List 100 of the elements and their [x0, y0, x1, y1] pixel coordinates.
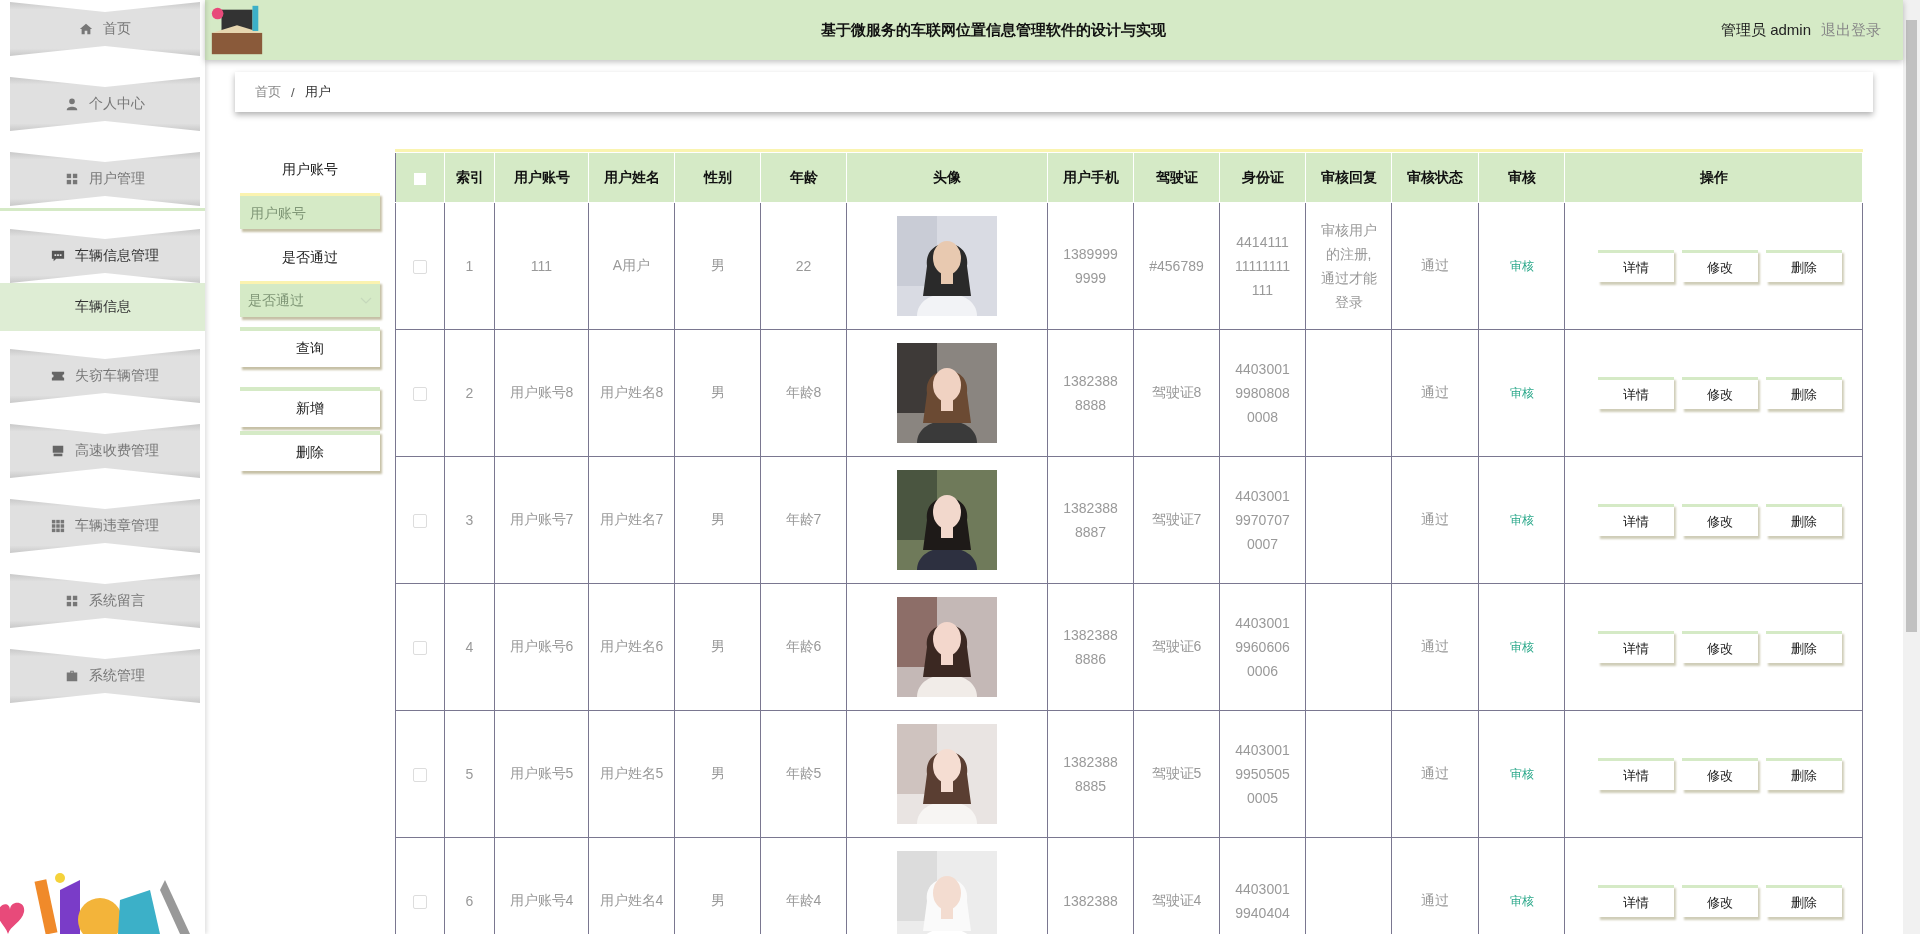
- table-cell: 男: [674, 202, 761, 330]
- action-button[interactable]: 详情: [1597, 758, 1674, 790]
- filter-label: 用户账号: [282, 161, 338, 179]
- table-cell-text: 13823888887: [1063, 499, 1118, 542]
- table-cell-text: 1382388: [1063, 892, 1118, 911]
- table-cell: A用户: [588, 202, 675, 330]
- row-checkbox[interactable]: [413, 514, 427, 529]
- sidebar-item[interactable]: 车辆信息管理: [10, 229, 200, 283]
- column-header: 审核: [1478, 152, 1565, 203]
- filter-label: 是否通过: [282, 249, 338, 267]
- table-cell: 年龄6: [760, 583, 847, 711]
- column-header: 用户姓名: [588, 152, 675, 203]
- column-header: 性别: [674, 152, 761, 203]
- column-header: 头像: [846, 152, 1048, 203]
- breadcrumb-separator: /: [291, 84, 295, 100]
- select-all-checkbox[interactable]: [414, 172, 426, 185]
- table-cell: 1: [444, 202, 495, 330]
- table-cell: 用户账号5: [494, 710, 589, 838]
- table-cell-text: 13823888888: [1063, 372, 1118, 415]
- column-header: 用户账号: [494, 152, 589, 203]
- action-button[interactable]: 删除: [1765, 758, 1842, 790]
- breadcrumb-link[interactable]: 用户: [304, 83, 331, 101]
- action-button[interactable]: 删除: [1765, 377, 1842, 409]
- sidebar-item[interactable]: 车辆违章管理: [10, 499, 200, 553]
- action-button[interactable]: 删除: [1765, 504, 1842, 536]
- table-cell-text: 13823888886: [1063, 626, 1118, 669]
- table-cell: 通过: [1391, 583, 1479, 711]
- table-cell: 5: [444, 710, 495, 838]
- table-cell-text: 440300199707070007: [1235, 487, 1290, 554]
- table-cell: 驾驶证8: [1133, 329, 1220, 457]
- action-button[interactable]: 修改: [1681, 758, 1758, 790]
- filter-button[interactable]: 新增: [240, 387, 380, 427]
- table-cell: 年龄7: [760, 456, 847, 584]
- action-button[interactable]: 修改: [1681, 631, 1758, 663]
- sidebar-item[interactable]: 系统留言: [10, 574, 200, 628]
- filter-button[interactable]: 删除: [240, 431, 380, 471]
- column-header: 年龄: [760, 152, 847, 203]
- action-button[interactable]: 详情: [1597, 504, 1674, 536]
- action-button[interactable]: 修改: [1681, 377, 1758, 409]
- action-button[interactable]: 详情: [1597, 250, 1674, 282]
- action-button[interactable]: 修改: [1681, 250, 1758, 282]
- column-header: 身份证: [1219, 152, 1306, 203]
- home-icon: [79, 22, 93, 36]
- table-cell: 用户账号7: [494, 456, 589, 584]
- table-cell: 用户姓名7: [588, 456, 675, 584]
- table-cell: 用户姓名5: [588, 710, 675, 838]
- table-cell-text: 审核用户的注册, 通过才能登录: [1319, 221, 1378, 312]
- row-checkbox[interactable]: [413, 895, 427, 910]
- column-header: 用户手机: [1047, 152, 1134, 203]
- table-cell: 驾驶证7: [1133, 456, 1220, 584]
- grid-icon: [65, 172, 79, 186]
- sidebar-item[interactable]: 系统管理: [10, 649, 200, 703]
- action-button[interactable]: 修改: [1681, 885, 1758, 917]
- table-cell: 驾驶证5: [1133, 710, 1220, 838]
- table-cell-text: 441411111111111111: [1235, 233, 1290, 300]
- tray-icon: [51, 444, 65, 458]
- table-cell-text: 13899999999: [1063, 245, 1118, 288]
- row-checkbox[interactable]: [413, 260, 427, 275]
- column-header: 驾驶证: [1133, 152, 1220, 203]
- table-cell-text: 44030019940404: [1235, 880, 1290, 923]
- action-button[interactable]: 详情: [1597, 631, 1674, 663]
- table-cell: 通过: [1391, 329, 1479, 457]
- table-cell: 111: [494, 202, 589, 330]
- table-cell: 通过: [1391, 456, 1479, 584]
- table-cell: 男: [674, 456, 761, 584]
- user-label: 管理员 admin: [1720, 20, 1811, 40]
- table-cell: 22: [760, 202, 847, 330]
- table-cell: 用户姓名6: [588, 583, 675, 711]
- table-cell: 用户姓名8: [588, 329, 675, 457]
- sidebar-item[interactable]: 高速收费管理: [10, 424, 200, 478]
- submenu-item[interactable]: 车辆信息: [0, 283, 205, 331]
- table-cell-text: 440300199606060006: [1235, 614, 1290, 681]
- action-button[interactable]: 删除: [1765, 885, 1842, 917]
- action-button[interactable]: 删除: [1765, 250, 1842, 282]
- table-cell: 年龄5: [760, 710, 847, 838]
- breadcrumb-link[interactable]: 首页: [255, 83, 281, 101]
- sidebar-item[interactable]: 个人中心: [10, 77, 200, 131]
- table-cell-text: 440300199808080008: [1235, 360, 1290, 427]
- table-cell-text: 13823888885: [1063, 753, 1118, 796]
- column-header: 索引: [444, 152, 495, 203]
- action-button[interactable]: 详情: [1597, 885, 1674, 917]
- column-header: 审核状态: [1391, 152, 1479, 203]
- action-button[interactable]: 删除: [1765, 631, 1842, 663]
- column-header: 审核回复: [1305, 152, 1392, 203]
- table-cell: 用户账号6: [494, 583, 589, 711]
- account-field[interactable]: 用户账号: [240, 193, 380, 229]
- row-checkbox[interactable]: [413, 387, 427, 402]
- row-checkbox[interactable]: [413, 768, 427, 783]
- filter-button[interactable]: 查询: [240, 327, 380, 367]
- column-header: 操作: [1564, 152, 1863, 203]
- action-button[interactable]: 修改: [1681, 504, 1758, 536]
- chat-icon: [51, 249, 65, 263]
- action-button[interactable]: 详情: [1597, 377, 1674, 409]
- sidebar-item[interactable]: 用户管理: [10, 152, 200, 206]
- ticket-icon: [51, 369, 65, 383]
- sidebar-item[interactable]: 首页: [10, 2, 200, 56]
- scrollbar[interactable]: [1903, 0, 1920, 934]
- sidebar-item[interactable]: 失窃车辆管理: [10, 349, 200, 403]
- table-cell: #456789: [1133, 202, 1220, 330]
- row-checkbox[interactable]: [413, 641, 427, 656]
